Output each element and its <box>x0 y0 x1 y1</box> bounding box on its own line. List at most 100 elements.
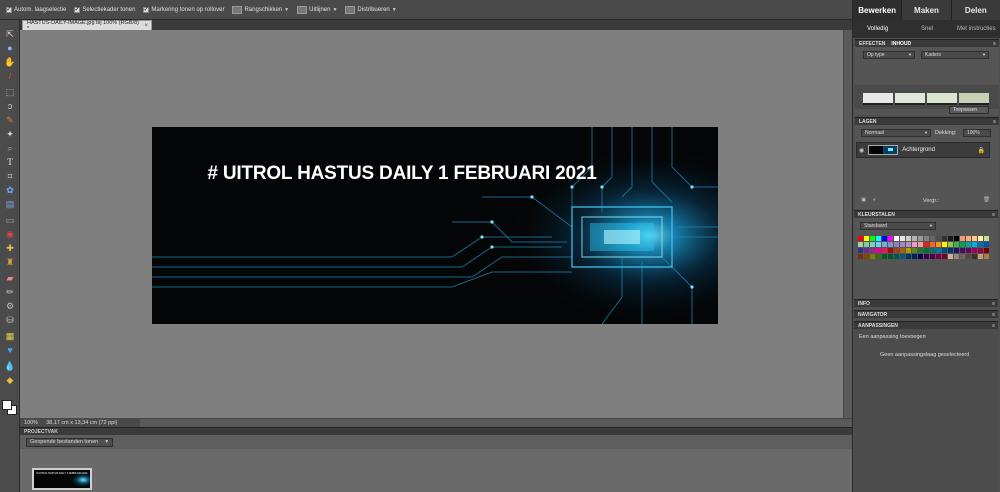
tab-guided[interactable]: Met instructies <box>952 20 1000 38</box>
swatches-title: KLEURSTALEN <box>858 212 895 218</box>
tab-effects[interactable]: EFFECTEN <box>859 40 885 47</box>
document-image[interactable]: # UITROL HASTUS DAILY 1 FEBRUARI 2021 <box>152 127 718 324</box>
panel-menu-icon[interactable]: ≡ <box>992 300 995 307</box>
type-tool-icon[interactable]: T <box>4 156 16 168</box>
apply-button-label: Toepassen <box>953 107 978 113</box>
show-highlight-label: Markering tonen op rollover <box>151 6 225 13</box>
tab-create[interactable]: Maken <box>902 0 952 20</box>
vertical-scrollbar[interactable] <box>843 30 852 418</box>
layers-panel <box>855 125 999 209</box>
show-bounding-box-checkbox[interactable] <box>74 5 81 13</box>
show-highlight-option[interactable]: Markering tonen op rollover <box>143 5 225 13</box>
tab-share[interactable]: Delen <box>952 0 1000 20</box>
chevron-down-icon: ▼ <box>391 6 397 13</box>
opacity-value: 100% <box>967 130 980 136</box>
navigator-panel-header[interactable]: NAVIGATOR ≡ <box>854 310 998 318</box>
filter-type-value: Op type <box>867 52 885 58</box>
frame-thumbnail-4[interactable] <box>959 93 989 105</box>
project-bin-filter-select[interactable]: Geopende bestanden tonen ▼ <box>26 437 114 447</box>
panel-menu-icon[interactable]: ≡ <box>993 40 996 47</box>
clone-stamp-tool-icon[interactable]: ♜ <box>4 256 16 268</box>
info-title: INFO <box>858 301 870 307</box>
align-label: Uitlijnen <box>309 6 331 13</box>
align-menu[interactable]: Uitlijnen ▼ <box>297 5 337 14</box>
project-bin-filter-value: Geopende bestanden tonen <box>30 439 99 445</box>
chevron-down-icon: ▼ <box>929 223 933 228</box>
thumbnail-headline: # UITROL HASTUS DAILY 1 FEBRUARI 2021 <box>36 472 88 475</box>
move-tool-icon[interactable]: ⇱ <box>4 28 16 40</box>
opacity-field[interactable]: 100% <box>963 129 991 137</box>
tab-content[interactable]: INHOUD <box>891 40 911 47</box>
tab-quick[interactable]: Snel <box>902 20 951 38</box>
show-highlight-checkbox[interactable] <box>143 5 150 13</box>
distribute-label: Distribueren <box>357 6 390 13</box>
gradient-tool-icon[interactable]: ▦ <box>4 330 16 342</box>
cookie-cutter-tool-icon[interactable]: ▤ <box>4 198 16 210</box>
paint-bucket-tool-icon[interactable]: ⛁ <box>4 314 16 326</box>
straighten-tool-icon[interactable]: ▭ <box>4 214 16 226</box>
zoom-tool-icon[interactable]: ● <box>4 42 16 54</box>
new-layer-icon[interactable]: ▣ <box>861 197 866 203</box>
adjustment-layer-icon[interactable]: ◐ <box>873 197 876 203</box>
sponge-tool-icon[interactable]: ◆ <box>4 374 16 386</box>
apply-button[interactable]: Toepassen <box>949 106 989 114</box>
brush-tool-icon[interactable]: ✏ <box>4 286 16 298</box>
foreground-color-swatch[interactable] <box>2 400 12 410</box>
arrange-menu[interactable]: Rangschikken ▼ <box>232 5 289 14</box>
marquee-tool-icon[interactable]: ⬚ <box>4 86 16 98</box>
info-panel-header[interactable]: INFO ≡ <box>854 299 998 307</box>
crop-tool-icon[interactable]: ⌗ <box>4 170 16 182</box>
distribute-menu[interactable]: Distribueren ▼ <box>345 5 397 14</box>
panel-menu-icon[interactable]: ≡ <box>992 322 995 329</box>
frame-thumbnail-3[interactable] <box>927 93 957 105</box>
navigator-title: NAVIGATOR <box>858 312 888 318</box>
document-dimensions: 38,17 cm x 13,34 cm (72 ppi) <box>46 419 118 426</box>
selection-brush-icon[interactable]: ⌕ <box>4 142 16 154</box>
panel-menu-icon[interactable]: ≡ <box>993 118 996 125</box>
hand-tool-icon[interactable]: ✋ <box>4 56 16 68</box>
auto-select-layer-label: Autom. laagselectie <box>14 6 67 13</box>
lasso-tool-icon[interactable]: ↄ <box>4 100 16 112</box>
eye-icon[interactable]: ◉ <box>859 147 864 154</box>
auto-select-layer-option[interactable]: Autom. laagselectie <box>6 5 67 13</box>
horizontal-scrollbar[interactable] <box>140 418 852 427</box>
filter-type-select[interactable]: Op type ▼ <box>863 51 915 59</box>
blur-tool-icon[interactable]: 💧 <box>4 360 16 372</box>
shape-tool-icon[interactable]: ♥ <box>4 344 16 356</box>
zoom-level[interactable]: 100% <box>24 420 38 426</box>
frame-thumbnail-1[interactable] <box>863 93 893 105</box>
document-tab[interactable]: HASTUS-DAILY-IMAGE.jpg bij 100% (RGB/8) … <box>22 20 152 32</box>
chevron-down-icon: ▼ <box>104 439 110 445</box>
layer-thumbnail <box>868 145 899 155</box>
close-icon[interactable]: × <box>144 23 148 29</box>
circuit-board-graphic <box>152 127 718 324</box>
color-swatch[interactable] <box>984 254 990 260</box>
tab-edit[interactable]: Bewerken <box>853 0 903 20</box>
magic-wand-tool-icon[interactable]: ✦ <box>4 128 16 140</box>
layer-background[interactable]: ◉ Achtergrond 🔒 <box>856 142 990 158</box>
content-category-value: Kaders <box>925 52 941 58</box>
content-category-select[interactable]: Kaders ▼ <box>921 51 989 59</box>
chevron-down-icon: ▼ <box>908 52 912 57</box>
blend-mode-select[interactable]: Normaal ▼ <box>861 129 931 137</box>
spot-healing-tool-icon[interactable]: ✚ <box>4 242 16 254</box>
show-bounding-box-option[interactable]: Selectiekader tonen <box>74 5 135 13</box>
panel-menu-icon[interactable]: ≡ <box>992 311 995 318</box>
eraser-tool-icon[interactable]: ▰ <box>4 272 16 284</box>
frame-thumbnail-2[interactable] <box>895 93 925 105</box>
auto-select-layer-checkbox[interactable] <box>6 5 12 13</box>
swatch-grid[interactable] <box>858 236 990 260</box>
tab-full[interactable]: Volledig <box>853 20 902 38</box>
smart-brush-tool-icon[interactable]: ⚙ <box>4 300 16 312</box>
red-eye-tool-icon[interactable]: ◉ <box>4 228 16 240</box>
recompose-tool-icon[interactable]: ✿ <box>4 184 16 196</box>
layer-thumbnail-graphic <box>869 146 898 154</box>
quick-selection-tool-icon[interactable]: ✎ <box>4 114 16 126</box>
trash-icon[interactable]: 🗑 <box>983 197 990 203</box>
swatch-preset-select[interactable]: Standaard ▼ <box>860 222 936 230</box>
project-bin-thumbnail[interactable]: # UITROL HASTUS DAILY 1 FEBRUARI 2021 <box>32 468 92 490</box>
panel-menu-icon[interactable]: ≡ <box>992 211 995 218</box>
eyedropper-tool-icon[interactable]: / <box>4 70 16 82</box>
swatches-panel-header: KLEURSTALEN ≡ <box>854 210 998 218</box>
opacity-label: Dekking: <box>935 130 957 136</box>
